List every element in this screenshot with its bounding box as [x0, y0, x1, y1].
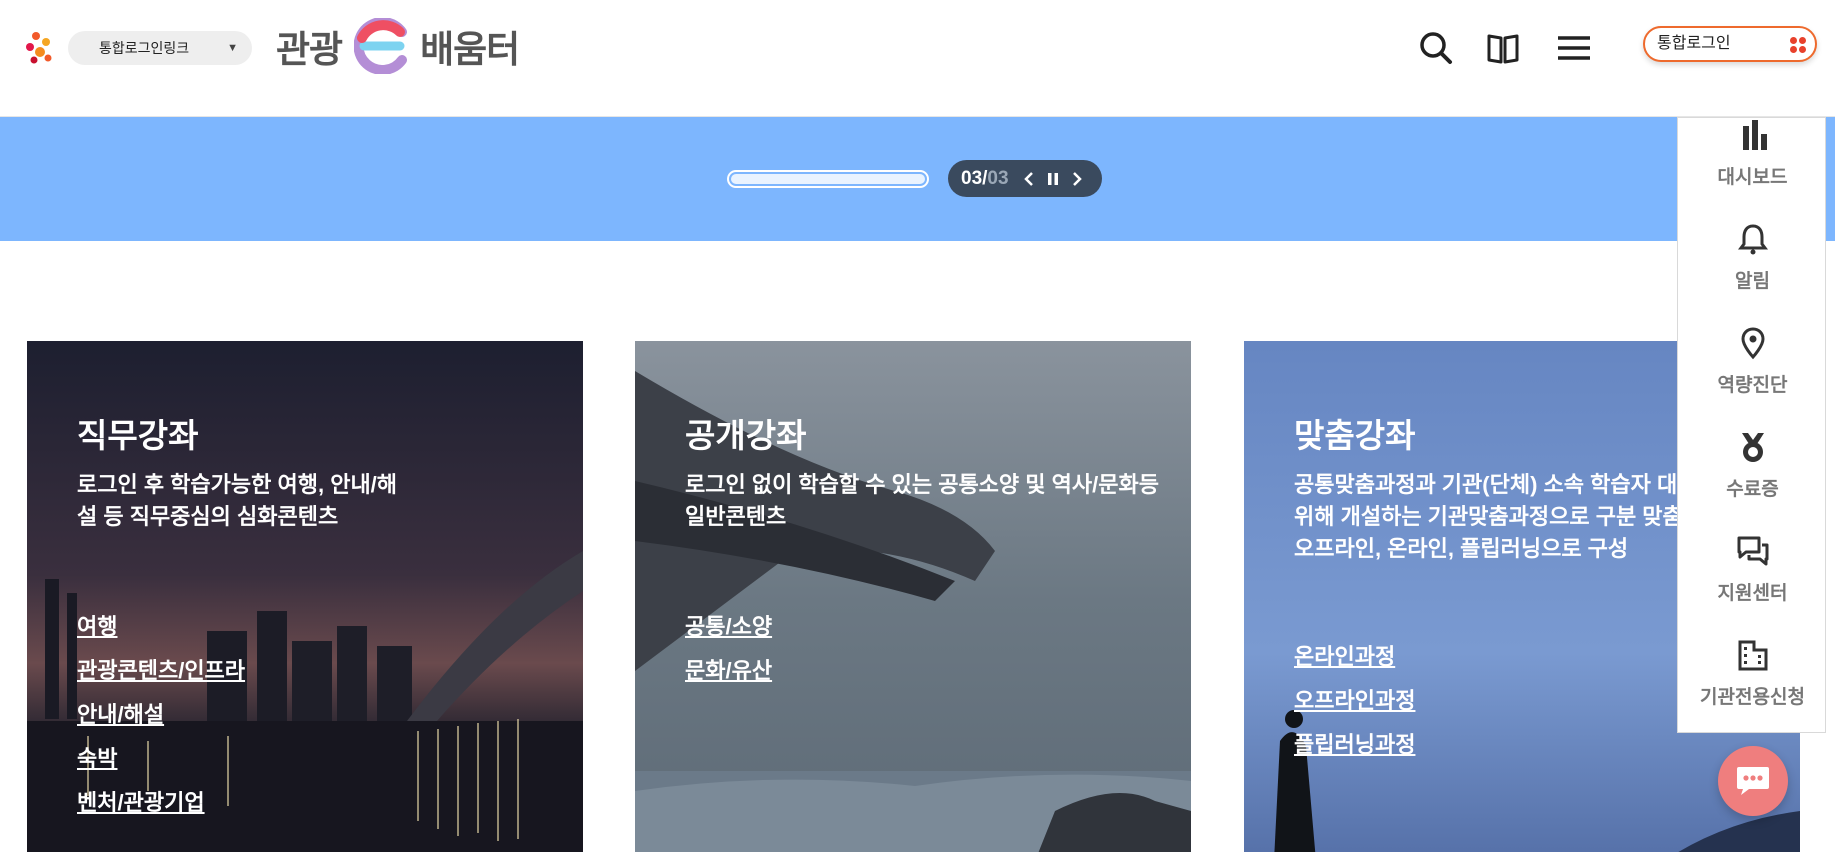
- card-link[interactable]: 공통/소양: [685, 605, 772, 649]
- chat-bubbles-icon: [1737, 536, 1769, 566]
- login-link-label: 통합로그인링크: [99, 40, 190, 56]
- pause-icon[interactable]: [1041, 167, 1065, 191]
- brand-e-icon: [354, 18, 408, 74]
- brand-logo[interactable]: 관광 배움터: [276, 16, 520, 76]
- search-icon[interactable]: [1418, 30, 1454, 66]
- quick-menu-label: 역량진단: [1717, 375, 1788, 396]
- card-link[interactable]: 온라인과정: [1294, 635, 1415, 679]
- card-title: 맞춤강좌: [1294, 417, 1416, 454]
- quick-menu-dashboard[interactable]: 대시보드: [1678, 118, 1827, 222]
- bar-chart-icon: [1743, 120, 1767, 150]
- quick-menu-support[interactable]: 지원센터: [1678, 534, 1827, 638]
- card-link[interactable]: 벤처/관광기업: [77, 781, 245, 825]
- next-slide-icon[interactable]: [1065, 167, 1089, 191]
- card-link[interactable]: 오프라인과정: [1294, 679, 1415, 723]
- card-open-course[interactable]: 공개강좌 로그인 없이 학습할 수 있는 공통소양 및 역사/문화등 일반콘텐츠…: [635, 341, 1191, 852]
- prev-slide-icon[interactable]: [1017, 167, 1041, 191]
- quick-menu: 대시보드 알림 역량진단 수료증 지원센터 기관전용신청: [1677, 117, 1826, 733]
- card-link[interactable]: 안내/해설: [77, 693, 245, 737]
- card-link[interactable]: 플립러닝과정: [1294, 723, 1415, 767]
- slide-progress-bar: [727, 170, 929, 188]
- login-button-label: 통합로그인: [1657, 35, 1731, 52]
- hamburger-menu-icon[interactable]: [1556, 30, 1592, 66]
- quick-menu-certificate[interactable]: 수료증: [1678, 430, 1827, 534]
- integrated-login-button[interactable]: 통합로그인: [1643, 26, 1817, 62]
- chat-icon: [1737, 767, 1769, 795]
- location-pin-icon: [1741, 327, 1765, 360]
- quick-menu-label: 알림: [1735, 271, 1770, 292]
- building-icon: [1738, 640, 1768, 671]
- card-title: 공개강좌: [685, 417, 807, 454]
- slide-controls: 03/03: [948, 160, 1102, 197]
- bell-icon: [1738, 224, 1768, 255]
- card-link-list: 온라인과정 오프라인과정 플립러닝과정: [1294, 635, 1415, 767]
- slide-total: 03: [987, 167, 1009, 189]
- card-link-list: 공통/소양 문화/유산: [685, 605, 772, 693]
- card-link[interactable]: 여행: [77, 605, 245, 649]
- card-description: 공통맞춤과정과 기관(단체) 소속 학습자 대 위해 개설하는 기관맞춤과정으로…: [1294, 472, 1683, 561]
- quick-menu-label: 수료증: [1726, 479, 1779, 500]
- slide-progress-fill: [731, 174, 925, 184]
- quick-menu-institution[interactable]: 기관전용신청: [1678, 638, 1827, 742]
- quick-menu-label: 기관전용신청: [1700, 687, 1805, 708]
- caret-down-icon: ▼: [227, 42, 238, 54]
- card-link-list: 여행 관광콘텐츠/인프라 안내/해설 숙박 벤처/관광기업: [77, 605, 245, 825]
- book-icon[interactable]: [1485, 30, 1521, 66]
- card-title: 직무강좌: [77, 417, 199, 454]
- card-job-course[interactable]: 직무강좌 로그인 후 학습가능한 여행, 안내/해 설 등 직무중심의 심화콘텐…: [27, 341, 583, 852]
- card-description: 로그인 후 학습가능한 여행, 안내/해 설 등 직무중심의 심화콘텐츠: [77, 472, 398, 529]
- quick-menu-label: 지원센터: [1717, 583, 1788, 604]
- quick-menu-competency[interactable]: 역량진단: [1678, 326, 1827, 430]
- card-link[interactable]: 문화/유산: [685, 649, 772, 693]
- medal-icon: [1742, 433, 1764, 462]
- card-link[interactable]: 숙박: [77, 737, 245, 781]
- card-link[interactable]: 관광콘텐츠/인프라: [77, 649, 245, 693]
- brand-text-right: 배움터: [420, 29, 520, 70]
- quick-menu-label: 대시보드: [1717, 167, 1788, 188]
- slide-current: 03: [961, 167, 983, 189]
- site-header: 통합로그인링크 ▼ 관광 배움터 통합로그인: [0, 0, 1835, 117]
- chatbot-button[interactable]: [1718, 746, 1788, 816]
- brand-text-left: 관광: [276, 29, 343, 70]
- card-description: 로그인 없이 학습할 수 있는 공통소양 및 역사/문화등 일반콘텐츠: [685, 472, 1159, 529]
- site-logo-icon[interactable]: [24, 30, 56, 66]
- dots-grid-icon: [1790, 37, 1806, 53]
- quick-menu-notifications[interactable]: 알림: [1678, 222, 1827, 326]
- integrated-login-link-select[interactable]: 통합로그인링크 ▼: [68, 31, 252, 65]
